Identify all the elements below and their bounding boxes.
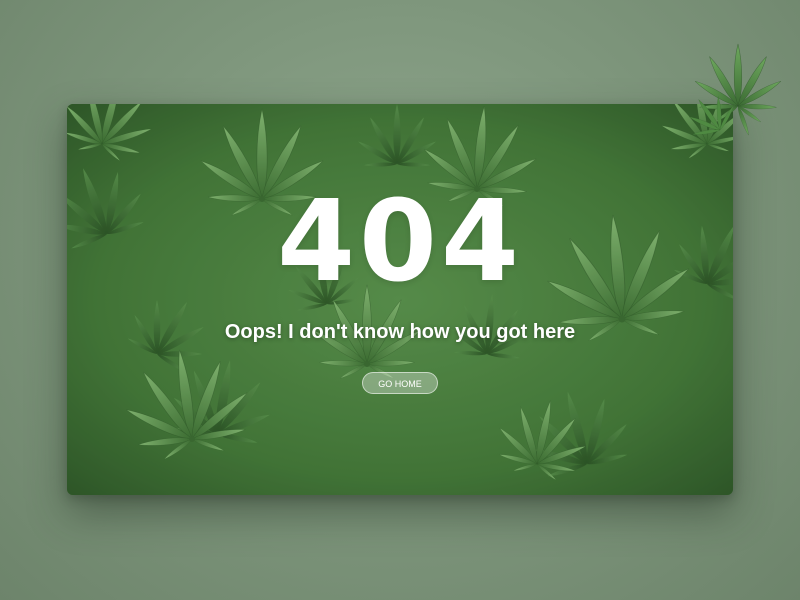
go-home-button[interactable]: GO HOME bbox=[362, 372, 438, 394]
error-code-heading: 404 bbox=[277, 177, 523, 307]
error-message: Oops! I don't know how you got here bbox=[224, 321, 576, 343]
decorative-leaf-icon bbox=[688, 43, 783, 137]
